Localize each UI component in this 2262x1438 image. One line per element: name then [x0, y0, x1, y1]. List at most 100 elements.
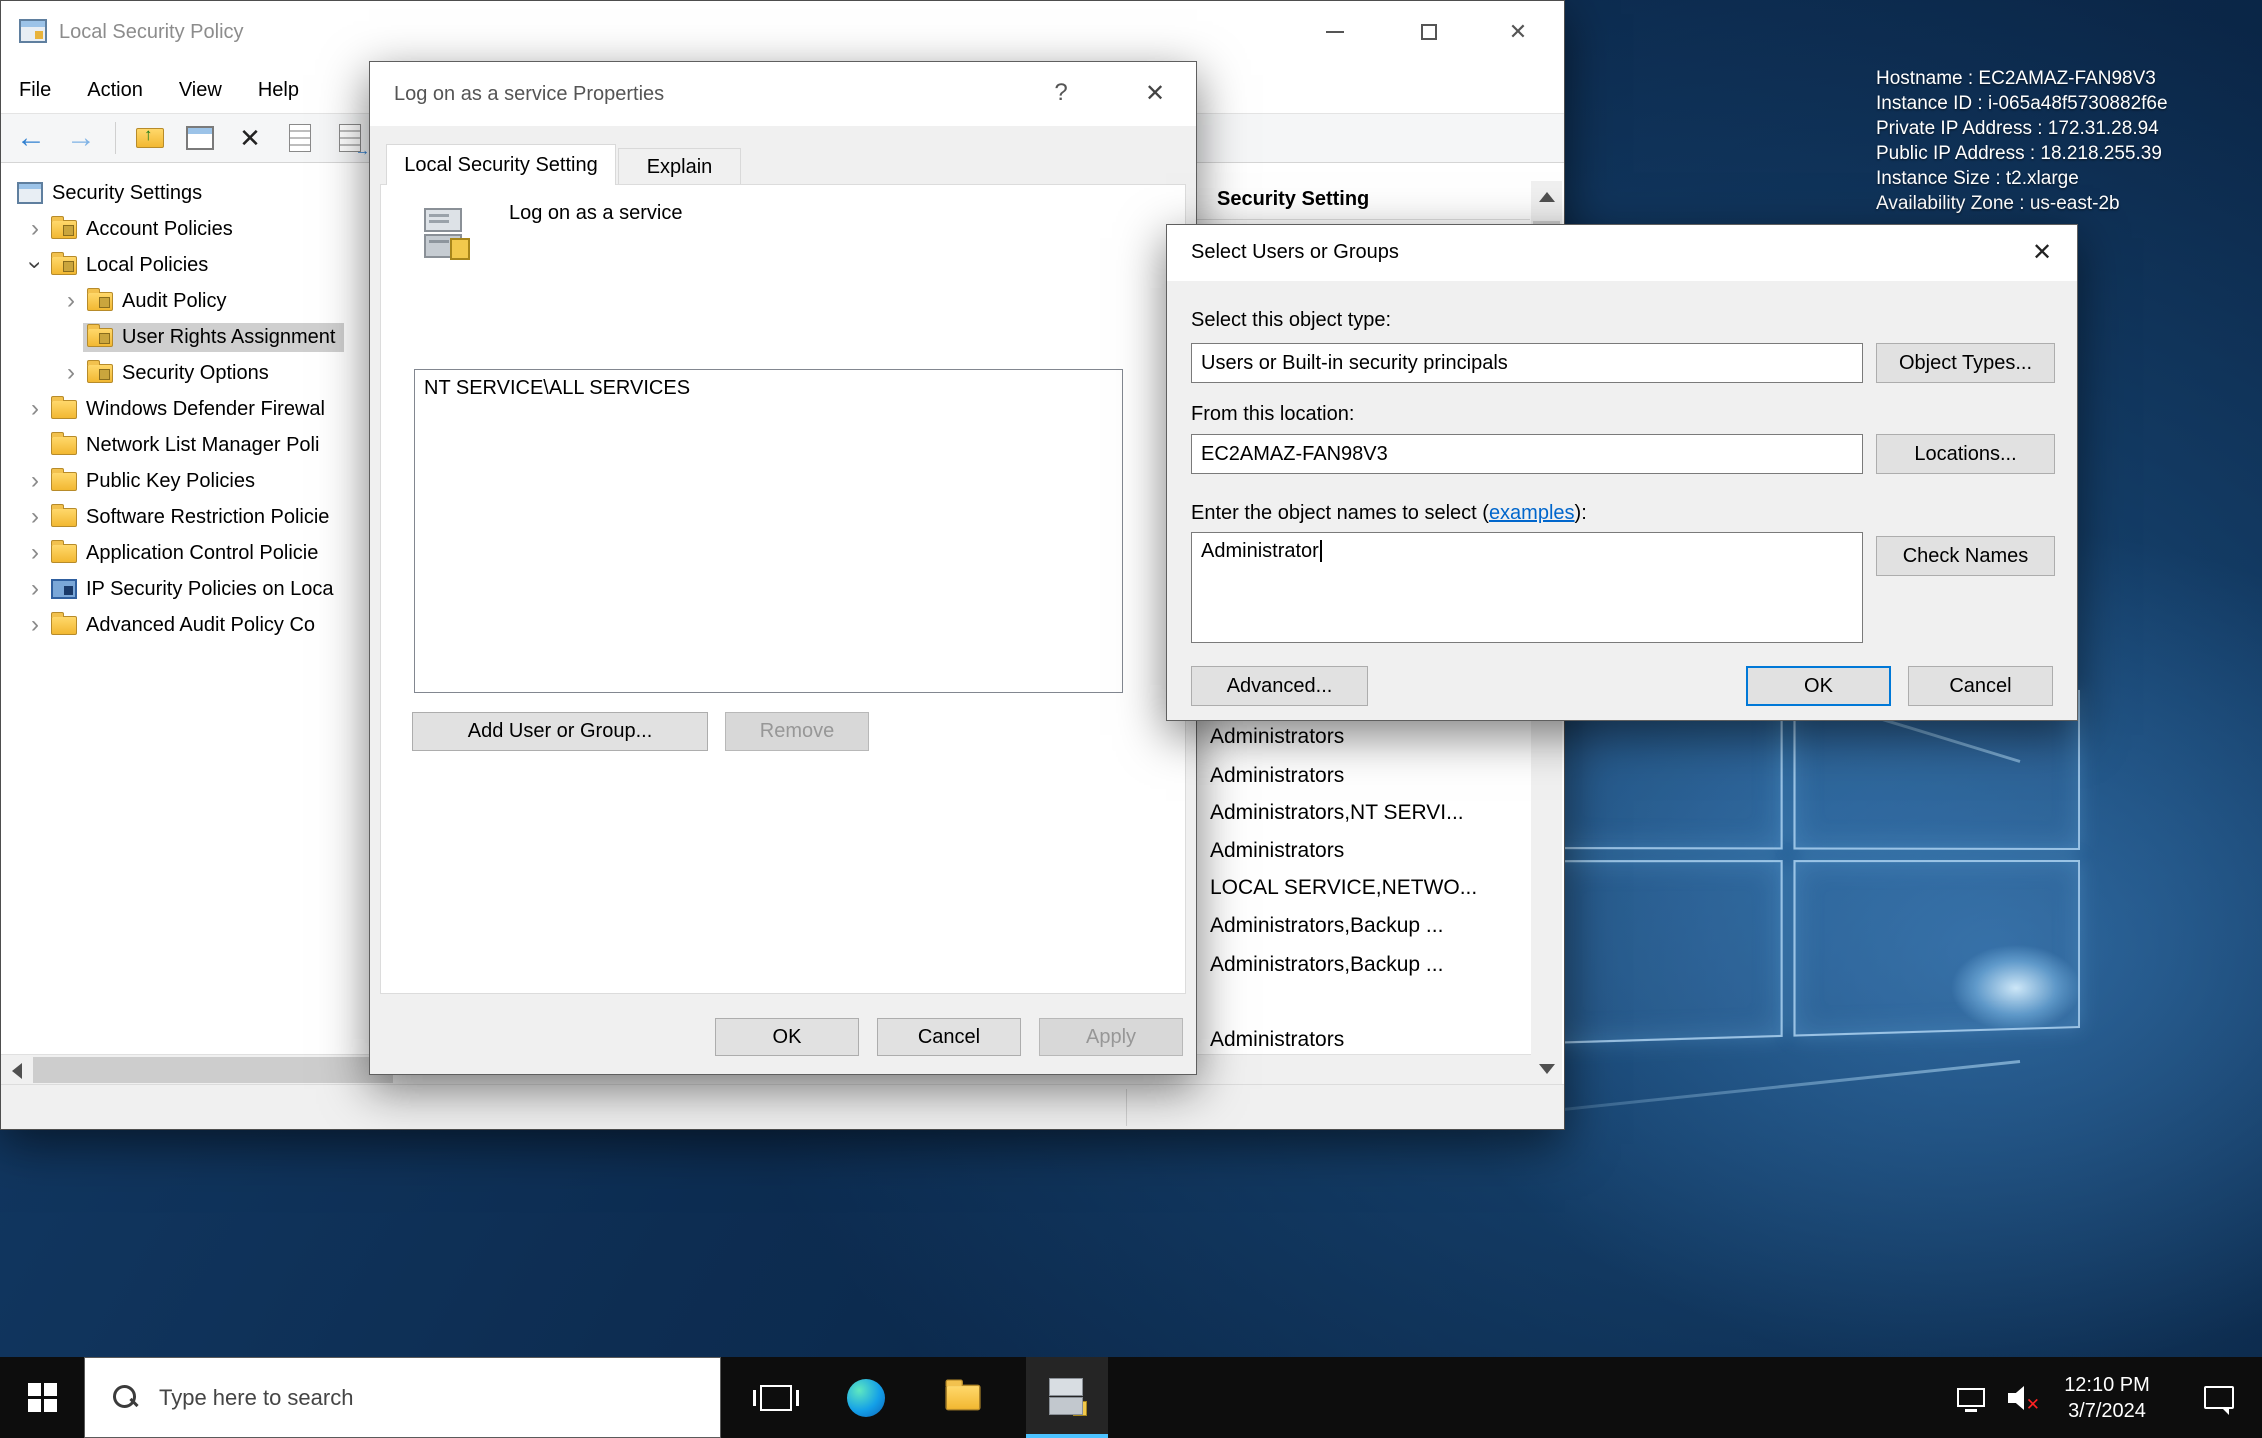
- policy-name: Log on as a service: [509, 202, 682, 225]
- doc-icon[interactable]: [284, 121, 316, 155]
- volume-tray-button[interactable]: ✕: [1998, 1357, 2048, 1438]
- chevron-right-icon[interactable]: [23, 539, 47, 567]
- tree-label: IP Security Policies on Loca: [86, 578, 334, 601]
- list-item[interactable]: Administrators,Backup ...: [1210, 946, 1443, 984]
- advanced-button[interactable]: Advanced...: [1191, 666, 1368, 706]
- instance-info-line: Instance Size : t2.xlarge: [1876, 166, 2168, 191]
- action-center-button[interactable]: [2186, 1357, 2252, 1438]
- list-item[interactable]: Administrators,Backup ...: [1210, 907, 1443, 945]
- ok-button[interactable]: OK: [715, 1018, 859, 1056]
- tree-label: Audit Policy: [122, 290, 227, 313]
- network-tray-button[interactable]: [1945, 1357, 1997, 1438]
- cancel-button[interactable]: Cancel: [877, 1018, 1021, 1056]
- policy-folder-icon: [51, 256, 77, 275]
- chevron-right-icon[interactable]: [23, 611, 47, 639]
- list-item[interactable]: Administrators,NT SERVI...: [1210, 794, 1464, 832]
- chevron-right-icon[interactable]: [59, 359, 83, 387]
- policy-folder-icon: [87, 292, 113, 311]
- list-item[interactable]: Administrators: [1210, 832, 1344, 870]
- scrollbar-thumb[interactable]: [33, 1057, 393, 1083]
- search-input[interactable]: Type here to search: [84, 1357, 721, 1438]
- task-view-icon: [760, 1385, 792, 1411]
- close-icon[interactable]: [2007, 225, 2077, 279]
- minimize-button[interactable]: [1301, 1, 1369, 63]
- ipsec-icon: [51, 579, 77, 599]
- check-names-button[interactable]: Check Names: [1876, 536, 2055, 576]
- wallpaper-windows-logo: [1549, 674, 2080, 1044]
- taskbar: Type here to search ✕ 12:10 PM 3/7/2024: [0, 1357, 2262, 1438]
- edge-button[interactable]: [831, 1357, 901, 1438]
- tree-label: Security Options: [122, 362, 269, 385]
- folder-icon: [51, 616, 77, 635]
- help-icon[interactable]: ?: [1030, 62, 1092, 124]
- menu-file[interactable]: File: [1, 79, 69, 102]
- dialog-title-bar[interactable]: Select Users or Groups: [1167, 225, 2077, 281]
- tree-label: Application Control Policie: [86, 542, 318, 565]
- close-icon[interactable]: [1120, 62, 1190, 124]
- list-item[interactable]: Administrators: [1210, 718, 1344, 756]
- tree-label: Software Restriction Policie: [86, 506, 329, 529]
- file-explorer-button[interactable]: [928, 1357, 998, 1438]
- menu-action[interactable]: Action: [69, 79, 161, 102]
- menu-help[interactable]: Help: [240, 79, 317, 102]
- location-field[interactable]: EC2AMAZ-FAN98V3: [1191, 434, 1863, 474]
- from-location-label: From this location:: [1191, 403, 1354, 426]
- title-bar[interactable]: Local Security Policy: [1, 1, 1564, 67]
- ok-button[interactable]: OK: [1746, 666, 1891, 706]
- chevron-right-icon[interactable]: [23, 503, 47, 531]
- scroll-left-icon[interactable]: [1, 1055, 32, 1086]
- maximize-button[interactable]: [1395, 1, 1463, 63]
- locations-button[interactable]: Locations...: [1876, 434, 2055, 474]
- object-names-input[interactable]: Administrator: [1191, 532, 1863, 643]
- tab-explain[interactable]: Explain: [618, 148, 741, 185]
- tab-local-security-setting[interactable]: Local Security Setting: [386, 144, 616, 185]
- member-item[interactable]: NT SERVICE\ALL SERVICES: [424, 377, 1113, 400]
- chevron-right-icon[interactable]: [23, 395, 47, 423]
- apply-button: Apply: [1039, 1018, 1183, 1056]
- chevron-right-icon[interactable]: [23, 467, 47, 495]
- dialog-title-bar[interactable]: Log on as a service Properties ?: [370, 62, 1196, 126]
- label-text: ):: [1575, 502, 1587, 524]
- examples-link[interactable]: examples: [1489, 502, 1575, 524]
- action-center-icon: [2204, 1386, 2234, 1409]
- list-item[interactable]: LOCAL SERVICE,NETWO...: [1210, 869, 1477, 907]
- column-header-security-setting[interactable]: Security Setting: [1217, 188, 1369, 211]
- mute-x-icon: ✕: [2026, 1395, 2040, 1415]
- forward-icon[interactable]: [65, 121, 97, 155]
- object-type-field[interactable]: Users or Built-in security principals: [1191, 343, 1863, 383]
- policy-folder-icon: [51, 220, 77, 239]
- object-names-label: Enter the object names to select (exampl…: [1191, 502, 1587, 525]
- start-button[interactable]: [0, 1357, 84, 1438]
- policy-server-icon: [419, 206, 475, 264]
- chevron-down-icon[interactable]: [23, 251, 47, 279]
- instance-info-line: Hostname : EC2AMAZ-FAN98V3: [1876, 66, 2168, 91]
- scroll-up-icon[interactable]: [1531, 181, 1562, 212]
- add-user-or-group-button[interactable]: Add User or Group...: [412, 712, 708, 751]
- dialog-title: Select Users or Groups: [1191, 241, 1399, 264]
- chevron-right-icon[interactable]: [23, 575, 47, 603]
- clock[interactable]: 12:10 PM 3/7/2024: [2042, 1357, 2172, 1438]
- console-tree-icon[interactable]: [184, 121, 216, 155]
- folder-icon: [51, 436, 77, 455]
- cancel-button[interactable]: Cancel: [1908, 666, 2053, 706]
- export-icon[interactable]: [134, 121, 166, 155]
- members-listbox[interactable]: NT SERVICE\ALL SERVICES: [414, 369, 1123, 693]
- task-view-button[interactable]: [741, 1357, 811, 1438]
- list-item[interactable]: Administrators: [1210, 757, 1344, 795]
- delete-icon[interactable]: [234, 121, 266, 155]
- close-button[interactable]: [1484, 1, 1552, 63]
- back-icon[interactable]: [15, 121, 47, 155]
- chevron-right-icon[interactable]: [59, 287, 83, 315]
- menu-view[interactable]: View: [161, 79, 240, 102]
- chevron-right-icon[interactable]: [23, 215, 47, 243]
- object-types-button[interactable]: Object Types...: [1876, 343, 2055, 383]
- doc-export-icon[interactable]: [334, 121, 366, 155]
- scroll-down-icon[interactable]: [1531, 1053, 1562, 1084]
- folder-icon: [51, 400, 77, 419]
- clock-date: 3/7/2024: [2068, 1398, 2146, 1424]
- secpol-taskbar-button[interactable]: [1026, 1357, 1108, 1438]
- folder-icon: [51, 508, 77, 527]
- object-type-value: Users or Built-in security principals: [1201, 352, 1508, 375]
- tree-label: Account Policies: [86, 218, 233, 241]
- text-caret: [1320, 540, 1322, 562]
